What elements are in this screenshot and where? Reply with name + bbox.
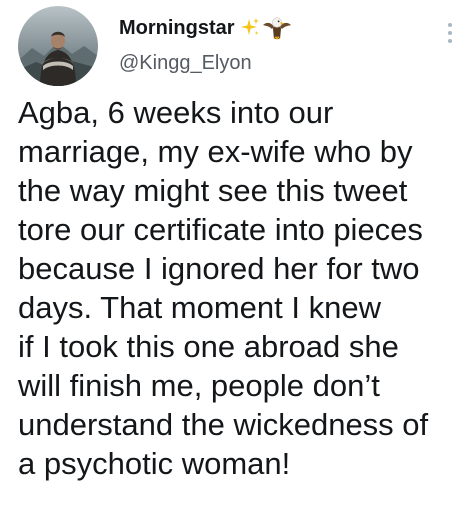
sparkles-icon [239,17,261,39]
eagle-icon [262,15,292,41]
tweet-line: a psychotic woman! [18,446,291,481]
tweet-line: will finish me, people don’t [18,368,380,403]
tweet-line: days. That moment I knew [18,290,381,325]
tweet-line: marriage, my ex-wife who by [18,134,413,169]
display-name[interactable]: Morningstar [119,17,235,40]
tweet-line: if I took this one abroad she [18,329,399,364]
author-handle[interactable]: @Kingg_Elyon [119,52,252,75]
tweet-line: understand the wickedness of [18,407,429,442]
author-name-row[interactable]: Morningstar [119,14,292,42]
tweet-text: Agba, 6 weeks into our marriage, my ex-w… [18,93,473,483]
tweet-line: because I ignored her for two [18,251,420,286]
avatar[interactable] [18,6,98,86]
tweet-line: tore our certificate into pieces [18,212,423,247]
tweet-card: Morningstar @Kingg_Elyon Agba, 6 weeks i… [0,0,475,515]
tweet-line: Agba, 6 weeks into our [18,95,334,130]
more-options-icon[interactable] [443,20,457,46]
avatar-image [18,6,98,86]
tweet-line: the way might see this tweet [18,173,408,208]
